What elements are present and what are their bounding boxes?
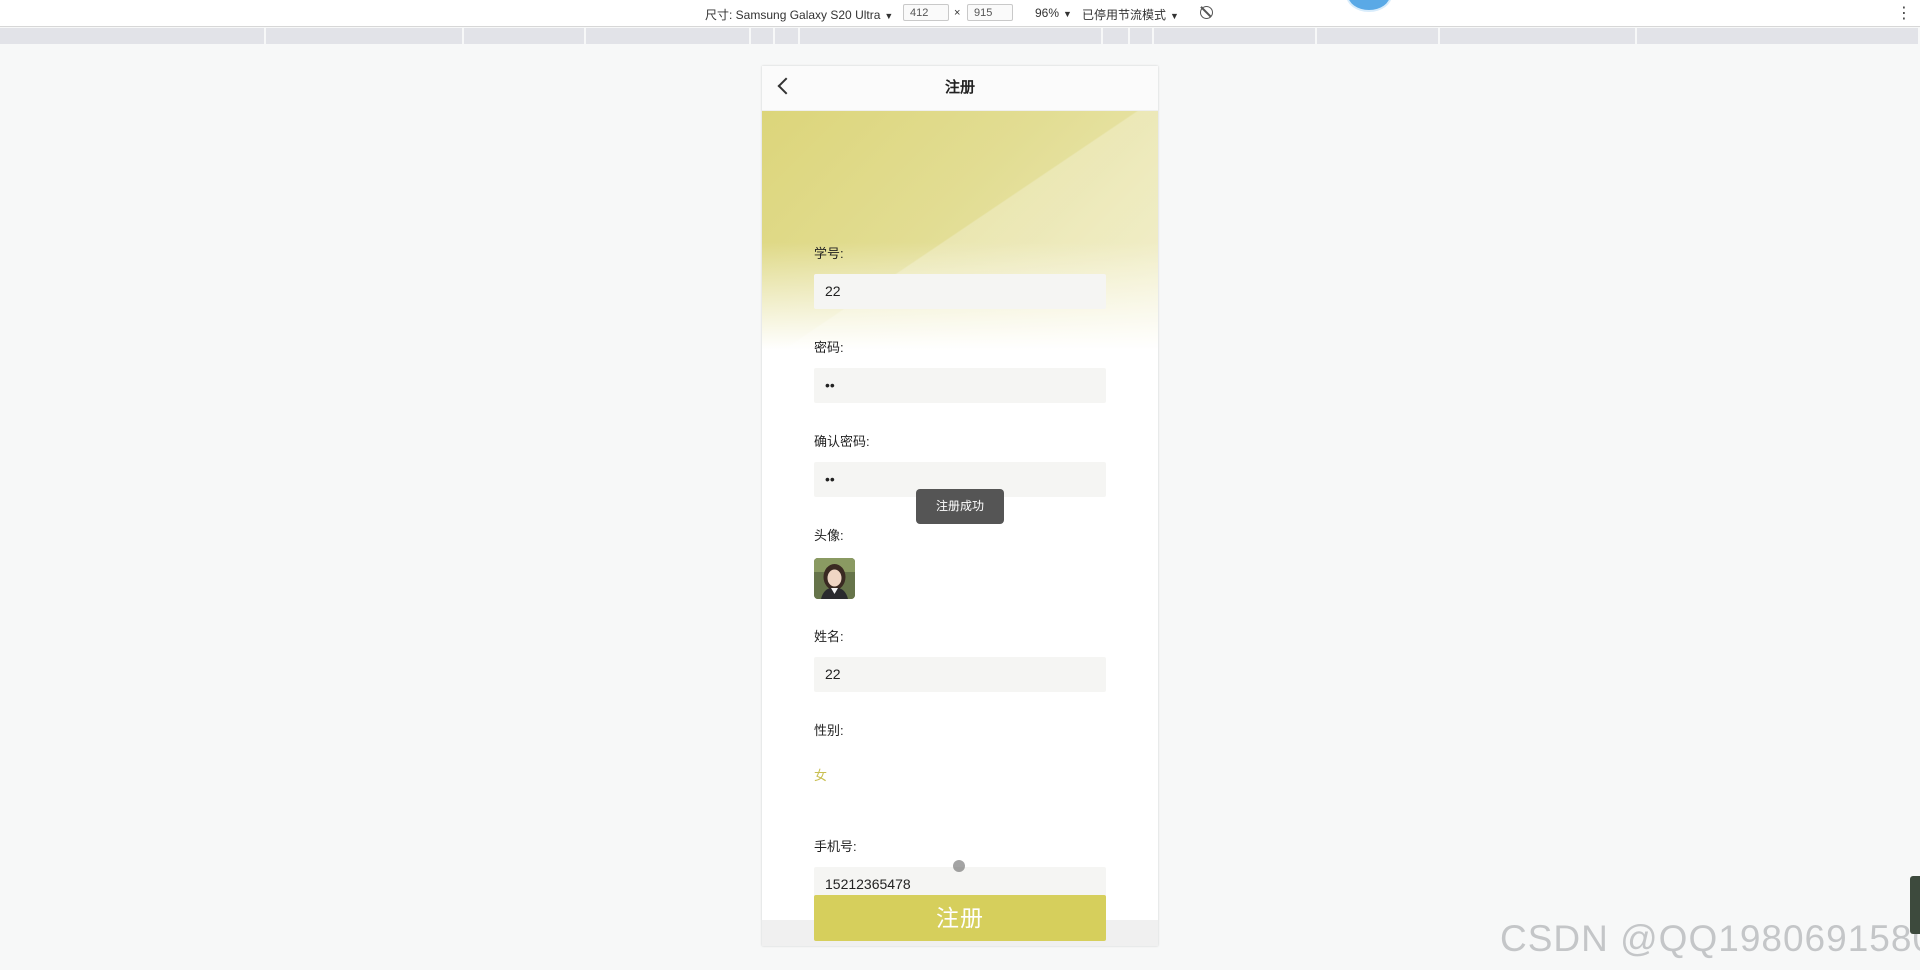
gender-label: 性别:	[814, 723, 844, 738]
floating-widget	[1346, 0, 1392, 12]
side-panel-tab[interactable]	[1910, 876, 1920, 934]
more-menu-icon[interactable]: ⋮	[1896, 3, 1912, 23]
device-height-input[interactable]: 915	[967, 4, 1013, 21]
avatar[interactable]	[814, 558, 855, 599]
zoom-selector[interactable]: 96% ▼	[1035, 6, 1072, 20]
name-input[interactable]: 22	[814, 657, 1106, 692]
student-id-input[interactable]: 22	[814, 274, 1106, 309]
register-button[interactable]: 注册	[814, 895, 1106, 941]
throttle-selector[interactable]: 已停用节流模式 ▼	[1082, 6, 1179, 23]
success-toast: 注册成功	[916, 489, 1004, 524]
throttle-value: 已停用节流模式	[1082, 8, 1167, 22]
dimension-separator: ×	[954, 7, 961, 19]
device-width-input[interactable]: 412	[903, 4, 949, 21]
zoom-value: 96%	[1035, 6, 1060, 20]
password-label: 密码:	[814, 340, 844, 355]
password-input[interactable]: ••	[814, 368, 1106, 403]
chevron-down-icon: ▼	[1170, 11, 1179, 21]
student-id-label: 学号:	[814, 246, 844, 261]
devtools-device-toolbar: 尺寸: Samsung Galaxy S20 Ultra ▼ 412 × 915 …	[0, 0, 1920, 27]
watermark: CSDN @QQ1980691580	[1500, 918, 1920, 959]
chevron-down-icon: ▼	[884, 11, 894, 21]
device-selector[interactable]: 尺寸: Samsung Galaxy S20 Ultra ▼	[705, 6, 893, 23]
device-selector-label: 尺寸: Samsung Galaxy S20 Ultra	[705, 8, 881, 22]
media-query-ruler	[0, 28, 1920, 44]
phone-label: 手机号:	[814, 839, 857, 854]
touch-cursor	[953, 860, 965, 872]
name-label: 姓名:	[814, 629, 844, 644]
page-title: 注册	[944, 79, 975, 96]
gender-picker[interactable]: 女	[814, 765, 827, 784]
phone-viewport: 注册 学号: 22 密码: •• 确认密码: •• 头像: 姓名: 22 性别:…	[762, 66, 1158, 946]
nav-bar: 注册	[762, 66, 1158, 111]
confirm-password-label: 确认密码:	[814, 434, 870, 449]
chevron-down-icon: ▼	[1063, 9, 1072, 19]
avatar-label: 头像:	[814, 528, 844, 543]
header-background	[762, 110, 1158, 350]
rotate-disabled-icon[interactable]	[1200, 6, 1213, 19]
